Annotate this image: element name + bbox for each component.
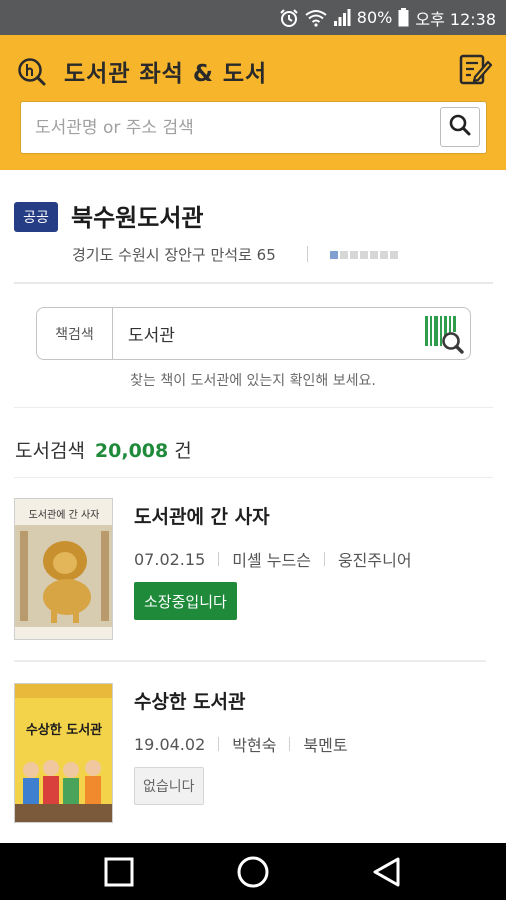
home-icon[interactable] — [234, 853, 272, 891]
cover-title-text: 도서관에 간 사자 — [29, 509, 100, 521]
book-title: 수상한 도서관 — [134, 691, 246, 713]
book-author: 미셸 누드슨 — [232, 551, 311, 570]
book-cover-image: 수상한 도서관 — [14, 683, 113, 823]
phone-number-redacted — [330, 251, 398, 259]
book-meta: 07.02.15 미셸 누드슨 웅진주니어 — [134, 547, 412, 571]
back-icon[interactable] — [368, 853, 406, 891]
divider — [14, 407, 493, 408]
book-search-label: 책검색 — [37, 308, 113, 359]
book-search-hint: 찾는 책이 도서관에 있는지 확인해 보세요. — [130, 373, 376, 389]
book-date: 19.04.02 — [134, 734, 206, 754]
library-name: 북수원도서관 — [71, 204, 204, 232]
result-label: 도서검색 — [15, 440, 85, 462]
cover-title-text: 수상한 도서관 — [26, 722, 102, 738]
system-nav-bar — [0, 843, 506, 900]
book-list-item[interactable]: 수상한 도서관 수상한 도서관 19.04.02 박현숙 북멘토 없습니다 — [0, 0, 506, 823]
book-publisher: 웅진주니어 — [337, 551, 412, 570]
library-address: 경기도 수원시 장안구 만석로 65 — [72, 246, 276, 264]
book-publisher: 북멘토 — [303, 736, 348, 755]
result-count: 20,008 — [94, 440, 169, 462]
address-separator — [307, 246, 308, 262]
book-cover-image: 도서관에 간 사자 — [14, 498, 113, 640]
divider — [14, 282, 493, 284]
book-date: 07.02.15 — [134, 549, 206, 569]
book-author: 박현숙 — [232, 736, 277, 755]
divider — [14, 477, 493, 478]
book-title: 도서관에 간 사자 — [134, 506, 270, 528]
recent-apps-icon[interactable] — [100, 853, 138, 891]
availability-badge: 소장중입니다 — [134, 582, 237, 620]
book-search-box: 책검색 — [36, 307, 471, 360]
book-search-input[interactable] — [114, 308, 414, 359]
result-summary: 도서검색 20,008 건 — [15, 436, 192, 463]
library-type-badge: 공공 — [14, 202, 58, 232]
divider — [14, 660, 486, 662]
barcode-scan-icon[interactable] — [422, 311, 466, 355]
result-unit: 건 — [174, 440, 192, 462]
availability-badge: 없습니다 — [134, 767, 204, 805]
book-meta: 19.04.02 박현숙 북멘토 — [134, 732, 348, 756]
